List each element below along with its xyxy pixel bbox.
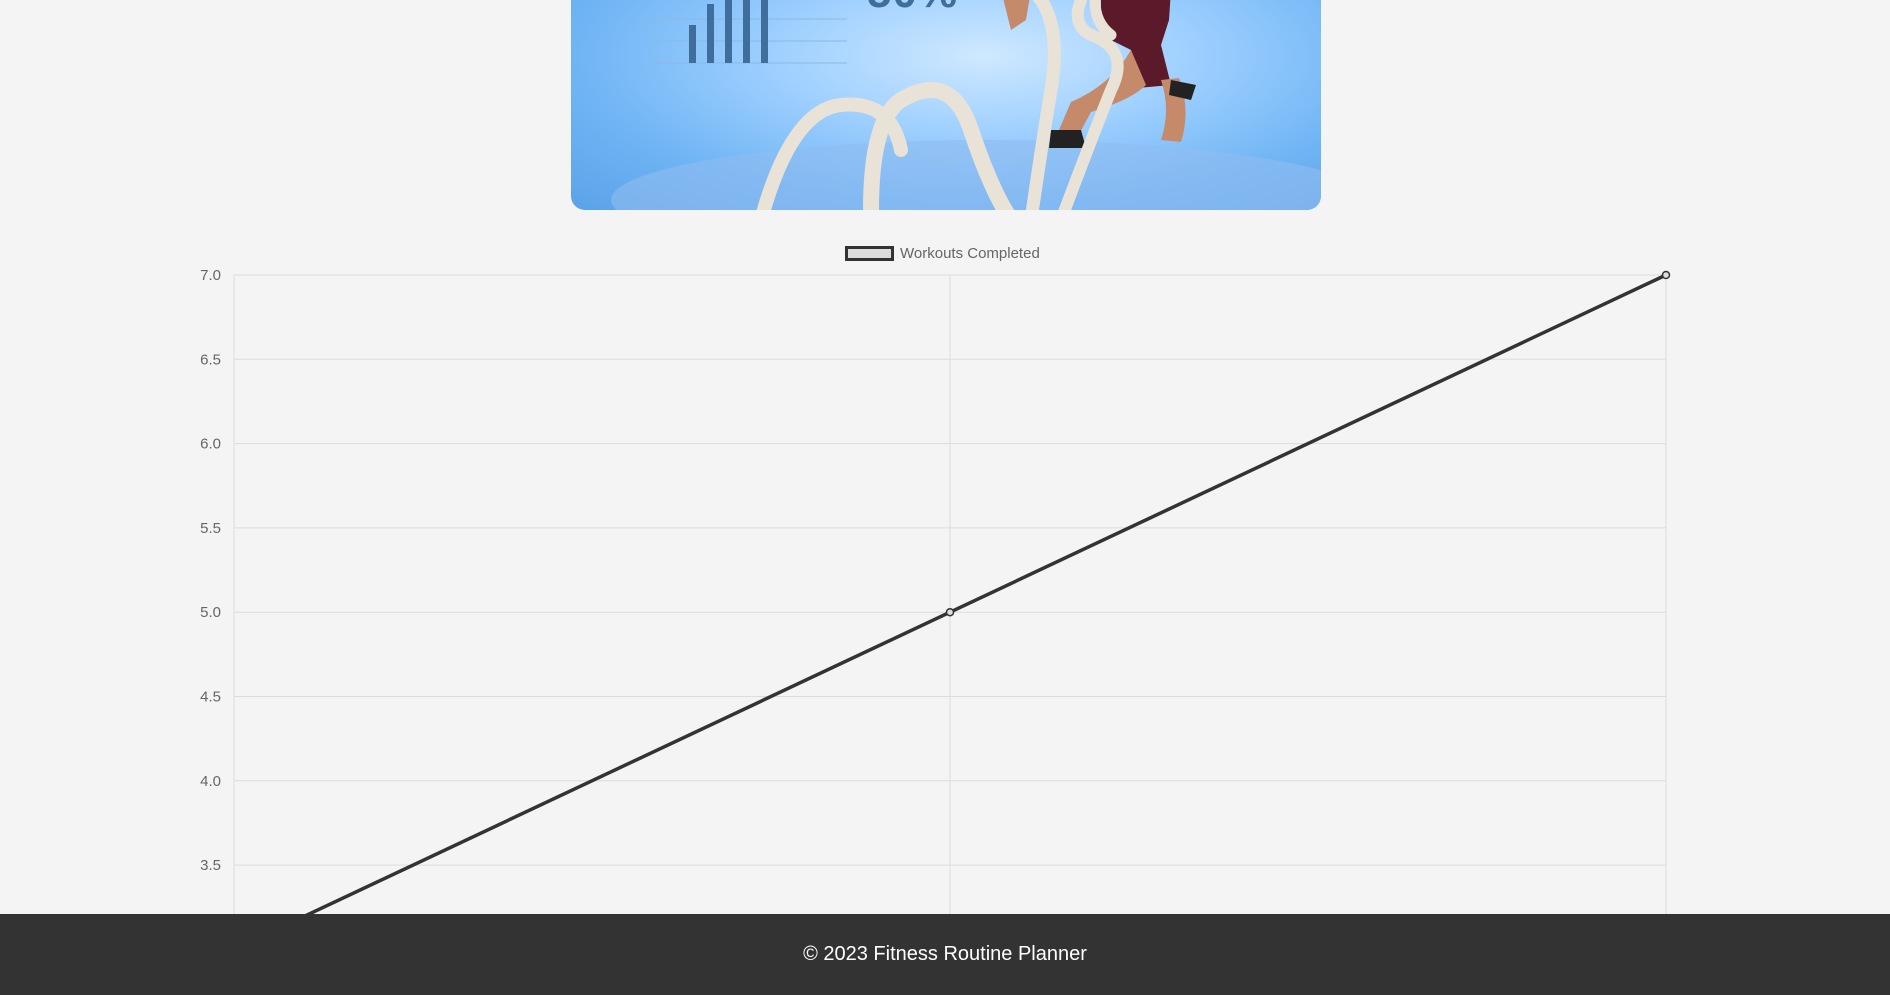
footer: © 2023 Fitness Routine Planner (0, 914, 1890, 995)
page: 50% Workouts Completed 3.54.04.55.05.56.… (0, 0, 1890, 995)
chart-canvas: 3.5 4.0 4.5 5.0 5.5 6.0 6.5 7.0 (200, 267, 1671, 914)
data-point (1661, 270, 1671, 280)
y-tick-label: 5.0 (200, 604, 221, 621)
y-tick-label: 3.5 (200, 857, 221, 874)
y-tick-label: 4.5 (200, 689, 221, 706)
data-point (945, 607, 955, 617)
y-tick-label: 6.5 (200, 351, 221, 368)
workouts-chart: Workouts Completed 3.5 4.0 4.5 5.0 5.5 6.0 6.5… (0, 240, 1890, 920)
hero-stat: 50% (867, 0, 958, 18)
footer-text: © 2023 Fitness Routine Planner (803, 943, 1087, 965)
y-tick-label: 4.0 (200, 773, 221, 790)
y-tick-label: 6.0 (200, 436, 221, 453)
hero-image: 50% (571, 0, 1321, 210)
hero-illustration (611, 0, 1321, 210)
hero-mini-chart (651, 0, 847, 64)
y-tick-label: 7.0 (200, 267, 221, 284)
y-tick-label: 5.5 (200, 520, 221, 537)
